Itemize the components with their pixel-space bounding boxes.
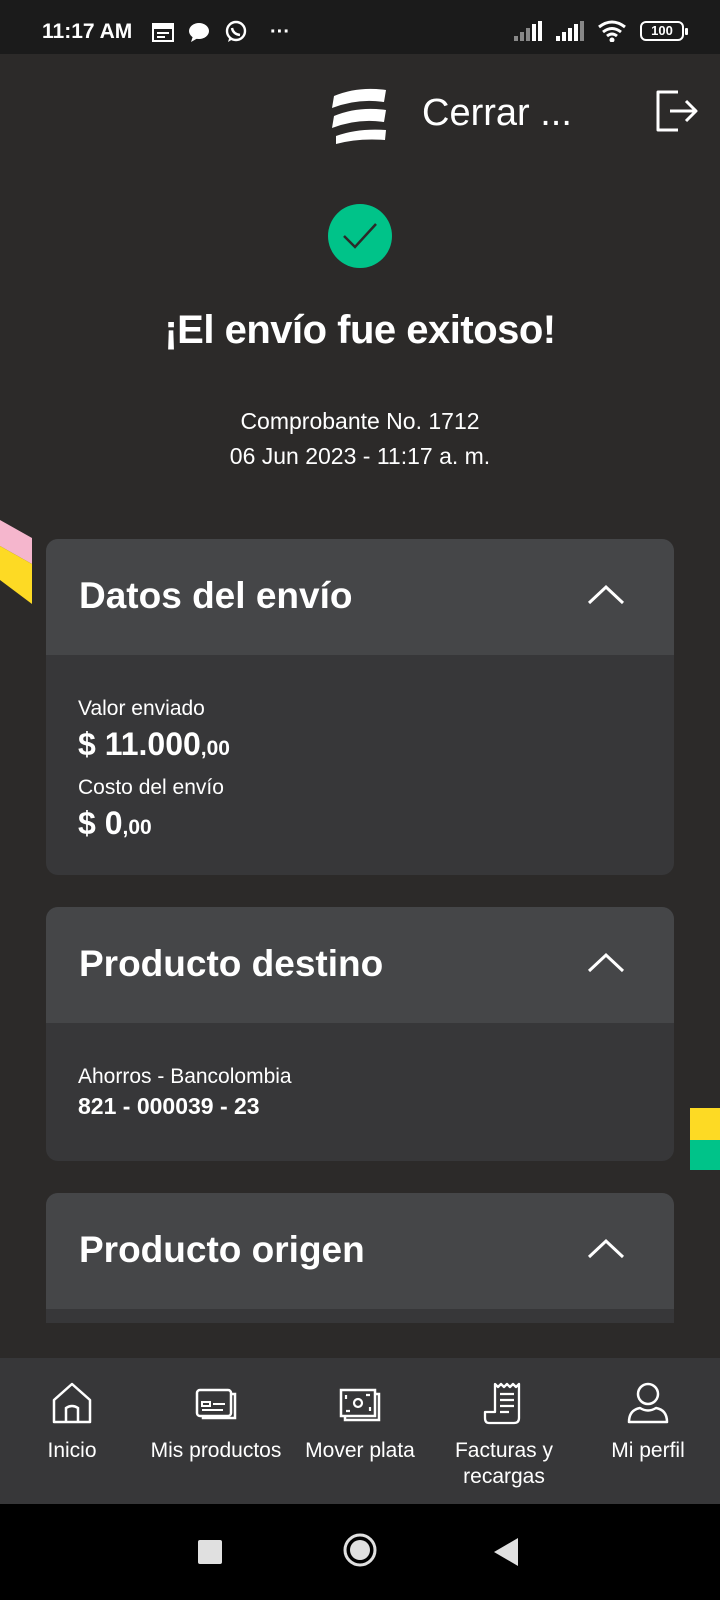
success-check-icon (328, 204, 392, 268)
decorative-stripe (0, 520, 32, 604)
nav-item-mis-productos[interactable]: Mis productos (144, 1358, 288, 1504)
nav-item-mi-perfil[interactable]: Mi perfil (576, 1358, 720, 1504)
card-icon (195, 1388, 237, 1420)
user-icon (627, 1382, 669, 1424)
bancolombia-logo-icon (332, 88, 386, 144)
logout-icon[interactable] (652, 86, 702, 136)
recents-button-icon[interactable] (198, 1540, 222, 1564)
nav-label: Inicio (47, 1439, 97, 1462)
card-title: Producto origen (79, 1229, 365, 1270)
chevron-up-icon[interactable] (586, 1235, 626, 1263)
transfer-details-body: Valor enviado $ 11.000,00 Costo del enví… (46, 655, 674, 875)
chat-bubble-icon (189, 23, 209, 42)
sent-amount-main: $ 11.000 (78, 726, 201, 762)
back-button-icon[interactable] (494, 1538, 518, 1566)
home-icon (52, 1382, 92, 1424)
header: Cerrar ... (0, 54, 720, 170)
nav-label: Facturas y recargas (454, 1439, 554, 1488)
cost-amount-cents: ,00 (122, 816, 152, 839)
signal-icon (556, 21, 584, 41)
calendar-icon (152, 23, 174, 42)
destination-product-body: Ahorros - Bancolombia 821 - 000039 - 23 (46, 1023, 674, 1157)
nav-label: Mover plata (305, 1439, 415, 1462)
transfer-cost-label: Costo del envío (78, 776, 224, 799)
origin-product-header[interactable]: Producto origen (46, 1193, 674, 1309)
close-session-button[interactable]: Cerrar ... (422, 92, 572, 135)
nav-label: Mis productos (150, 1439, 282, 1462)
system-navigation-bar (0, 1504, 720, 1600)
account-type: Ahorros - Bancolombia (78, 1065, 292, 1088)
card-title: Producto destino (79, 943, 384, 984)
nav-item-inicio[interactable]: Inicio (0, 1358, 144, 1504)
transfer-details-header[interactable]: Datos del envío (46, 539, 674, 655)
origin-product-card: Producto origen (46, 1193, 674, 1323)
voucher-info: Comprobante No. 1712 06 Jun 2023 - 11:17… (0, 404, 720, 474)
transfer-details-card: Datos del envío Valor enviado $ 11.000,0… (46, 539, 674, 875)
success-title: ¡El envío fue exitoso! (164, 308, 556, 352)
card-title: Datos del envío (79, 575, 353, 616)
sent-value-amount: $ 11.000,00 (78, 723, 642, 770)
system-icons: 100 (514, 20, 688, 42)
nav-label: Mi perfil (611, 1439, 685, 1462)
sent-amount-cents: ,00 (200, 737, 230, 760)
status-bar: 11:17 AM ··· 100 (0, 0, 720, 54)
destination-product-header[interactable]: Producto destino (46, 907, 674, 1023)
nav-item-mover-plata[interactable]: Mover plata (288, 1358, 432, 1504)
home-button-icon[interactable] (342, 1532, 378, 1568)
sent-value-label: Valor enviado (78, 697, 205, 720)
wifi-icon (598, 20, 626, 42)
account-number: 821 - 000039 - 23 (78, 1093, 260, 1119)
voucher-datetime: 06 Jun 2023 - 11:17 a. m. (229, 443, 491, 469)
decorative-stripe (690, 1108, 720, 1170)
whatsapp-icon (225, 20, 247, 42)
signal-icon (514, 21, 542, 41)
cost-amount-main: $ 0 (78, 805, 123, 841)
nav-item-facturas[interactable]: Facturas y recargas (432, 1358, 576, 1504)
transfer-cost-amount: $ 0,00 (78, 802, 642, 849)
chevron-up-icon[interactable] (586, 581, 626, 609)
status-time: 11:17 AM (42, 20, 133, 43)
battery-icon: 100 (640, 21, 688, 41)
notification-icons: ··· (152, 20, 290, 44)
voucher-number: Comprobante No. 1712 (240, 408, 480, 434)
more-notifications-icon: ··· (270, 20, 290, 43)
destination-product-card: Producto destino Ahorros - Bancolombia 8… (46, 907, 674, 1161)
bottom-navigation: Inicio Mis productos Mover plata Factura… (0, 1358, 720, 1504)
receipt-icon (483, 1382, 521, 1425)
money-icon (339, 1388, 381, 1422)
chevron-up-icon[interactable] (586, 949, 626, 977)
